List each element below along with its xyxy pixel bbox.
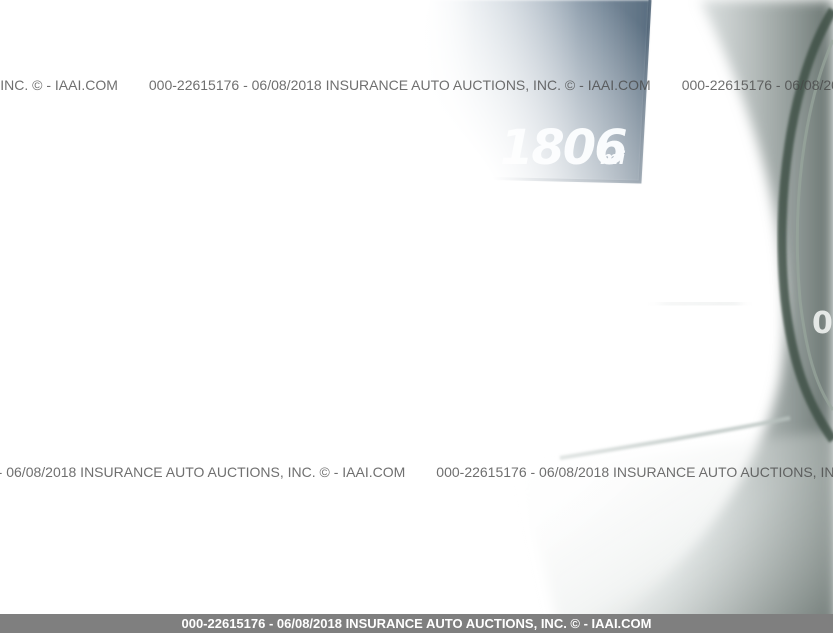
footer-watermark-text: 000-22615176 - 06/08/2018 INSURANCE AUTO… bbox=[181, 616, 652, 631]
watermark-fragment: 6 - 06/08/2018 INSURANCE AUTO AUCTIONS, … bbox=[0, 464, 406, 480]
watermark-fragment: NS, INC. © - IAAI.COM bbox=[0, 77, 118, 93]
watermark-fragment: 000-22615176 - 06/08/2018 INSURANCE AUTO… bbox=[436, 464, 833, 480]
watermark-row-middle: 6 - 06/08/2018 INSURANCE AUTO AUCTIONS, … bbox=[0, 464, 833, 480]
watermark-text: 000-22615176 - 06/08/2018 INSURANCE AUTO… bbox=[148, 77, 651, 93]
watermark-footer-bar: 000-22615176 - 06/08/2018 INSURANCE AUTO… bbox=[0, 614, 833, 633]
overexposed-dashboard-photo: 1806 mi 0 bbox=[0, 0, 833, 633]
watermark-fragment: 000-22615176 - 06/08/201 bbox=[681, 77, 833, 93]
watermark-row-top: NS, INC. © - IAAI.COM 000-22615176 - 06/0… bbox=[0, 77, 833, 93]
overexposure-bloom bbox=[0, 0, 833, 633]
photo-scene: 1806 mi 0 NS, INC. © - IAAI.COM 000-22615… bbox=[0, 0, 833, 633]
